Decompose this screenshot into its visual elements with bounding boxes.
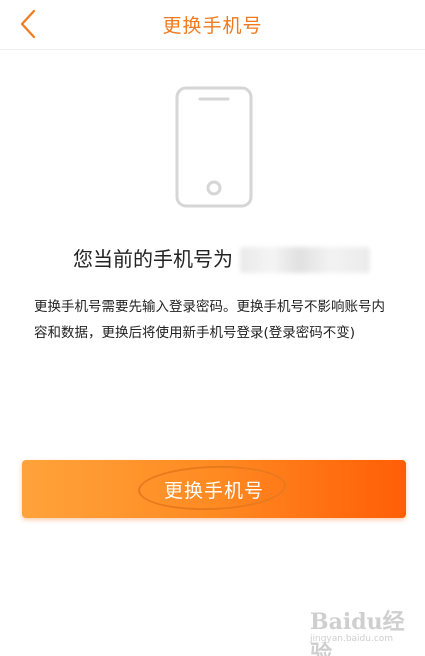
smartphone-icon	[175, 86, 253, 208]
watermark-site: jingyan.baidu.com	[310, 634, 394, 644]
change-phone-button-label: 更换手机号	[163, 479, 264, 502]
change-phone-notice: 更换手机号需要先输入登录密码。更换手机号不影响账号内容和数据，更换后将使用新手机…	[34, 299, 385, 341]
masked-phone-number	[240, 247, 370, 273]
page-title: 更换手机号	[162, 15, 263, 37]
baidu-jingyan-watermark: Baidu经验 jingyan.baidu.com	[310, 596, 420, 656]
change-phone-button[interactable]: 更换手机号	[22, 460, 406, 518]
change-phone-page: 更换手机号 您当前的手机号为 更换手机号需要先输入登录密码。更换手机号不影响账号…	[0, 0, 425, 656]
current-phone-label: 您当前的手机号为	[73, 247, 233, 271]
navigation-bar: 更换手机号	[0, 0, 425, 50]
watermark-logo: Baidu经验	[310, 609, 405, 656]
